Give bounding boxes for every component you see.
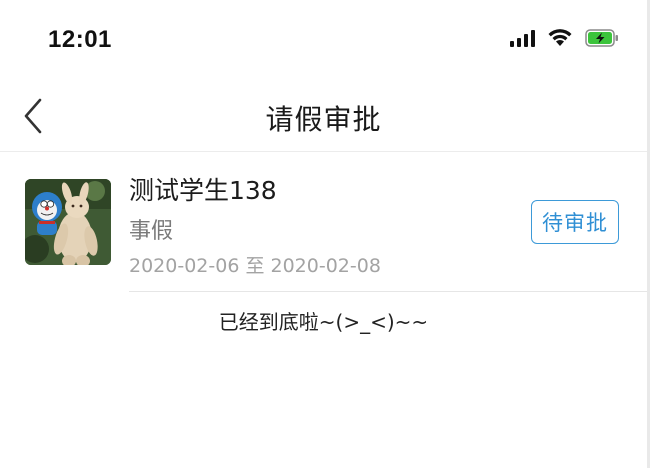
item-divider bbox=[129, 291, 647, 292]
wifi-icon bbox=[548, 29, 572, 46]
student-name: 测试学生138 bbox=[129, 176, 277, 205]
leave-date-range: 2020-02-06 至 2020-02-08 bbox=[129, 255, 381, 277]
list-end-message: 已经到底啦~(>_<)~~ bbox=[218, 310, 429, 334]
battery-charging-icon bbox=[585, 28, 618, 47]
cellular-signal-icon bbox=[510, 29, 535, 47]
nav-header: 请假审批 bbox=[0, 80, 647, 152]
leave-approval-page: 12:01 请假审批 测试学生138 事假 2020-02-06 至 2020-… bbox=[0, 0, 650, 468]
page-title: 请假审批 bbox=[265, 103, 382, 136]
status-bar: 12:01 bbox=[0, 0, 647, 80]
student-avatar bbox=[25, 179, 111, 265]
leave-request-item[interactable]: 测试学生138 事假 2020-02-06 至 2020-02-08 待审批 bbox=[0, 153, 647, 291]
status-time: 12:01 bbox=[48, 26, 112, 53]
pending-approval-button[interactable]: 待审批 bbox=[531, 200, 619, 244]
toy-photo-avatar-image bbox=[25, 179, 111, 265]
leave-type: 事假 bbox=[129, 219, 174, 244]
status-icons bbox=[510, 28, 619, 47]
